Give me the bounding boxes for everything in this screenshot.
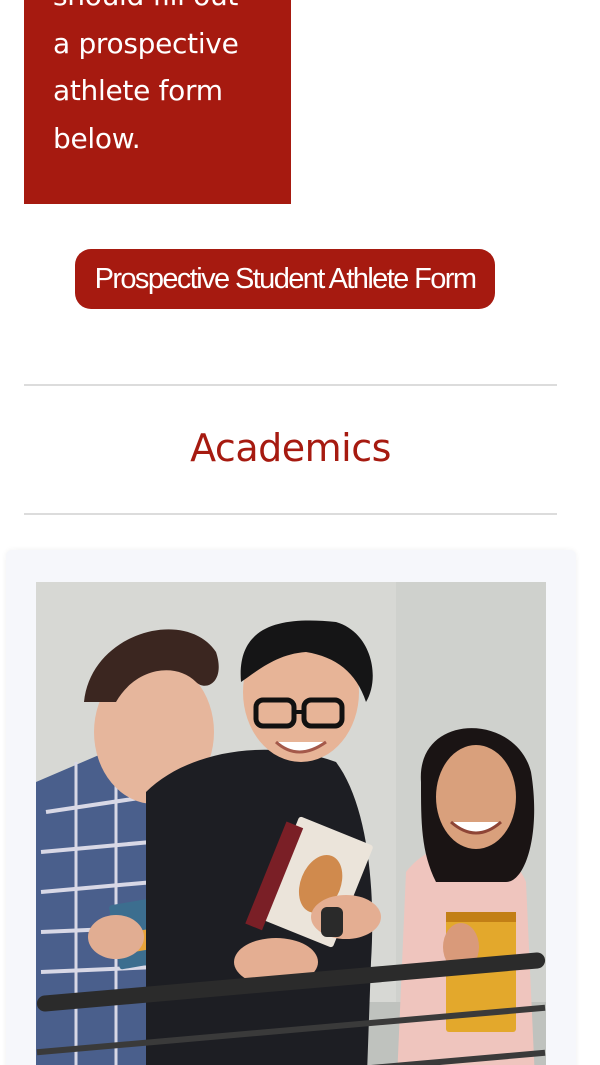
intro-line: below. [53,121,141,155]
section-divider-top [24,384,557,386]
students-photo-illustration [36,582,546,1065]
students-photo[interactable] [36,582,546,1065]
intro-callout-text: should fill out a prospective athlete fo… [53,0,277,162]
academics-heading: Academics [190,426,391,470]
intro-callout-box: should fill out a prospective athlete fo… [24,0,291,204]
intro-line: athlete form [53,74,223,107]
academics-card [6,550,576,1065]
intro-line: should fill out [53,0,277,20]
prospective-athlete-form-button[interactable]: Prospective Student Athlete Form [75,249,495,309]
page: should fill out a prospective athlete fo… [0,0,600,1065]
intro-line: a prospective [53,26,239,60]
section-divider-bottom [24,513,557,515]
